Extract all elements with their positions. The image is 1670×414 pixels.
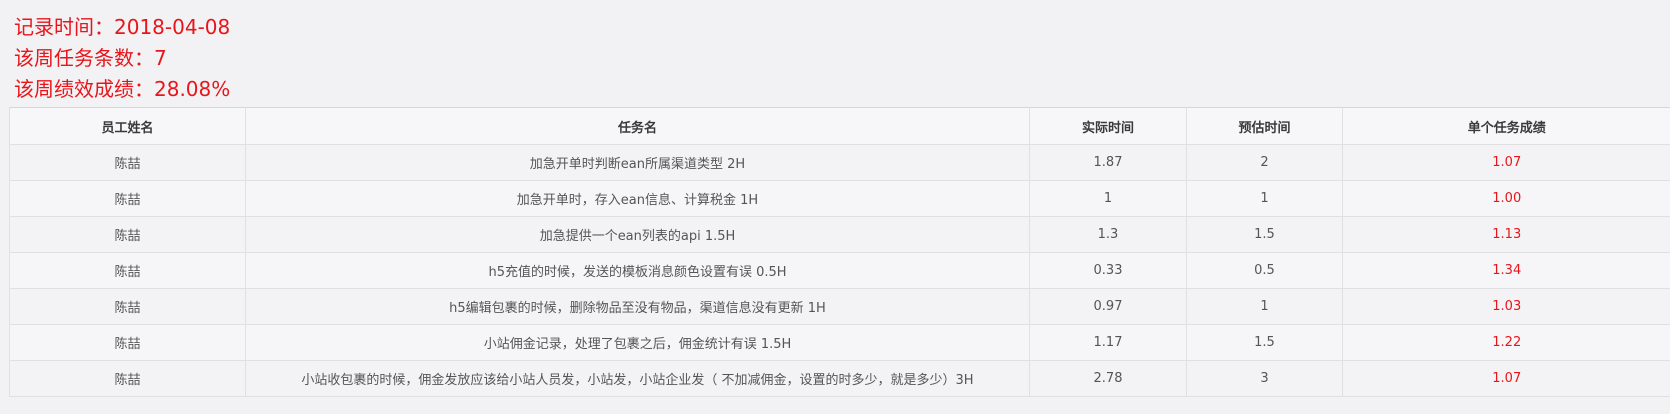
table-row: 陈喆 加急提供一个ean列表的api 1.5H 1.3 1.5 1.13 (9, 216, 1670, 253)
employee-name-cell: 陈喆 (9, 180, 246, 217)
estimated-time-cell: 2 (1186, 144, 1343, 181)
table-row: 陈喆 h5编辑包裹的时候，删除物品至没有物品，渠道信息没有更新 1H 0.97 … (9, 288, 1670, 325)
task-score-cell: 1.34 (1342, 252, 1670, 289)
header-employee-name: 员工姓名 (9, 107, 246, 145)
table-row: 陈喆 加急开单时判断ean所属渠道类型 2H 1.87 2 1.07 (9, 144, 1670, 181)
actual-time-cell: 1.3 (1029, 216, 1187, 253)
task-name-cell: h5编辑包裹的时候，删除物品至没有物品，渠道信息没有更新 1H (245, 288, 1030, 325)
table-row: 陈喆 小站佣金记录，处理了包裹之后，佣金统计有误 1.5H 1.17 1.5 1… (9, 324, 1670, 361)
employee-name-cell: 陈喆 (9, 144, 246, 181)
estimated-time-cell: 1 (1186, 288, 1343, 325)
task-score-cell: 1.13 (1342, 216, 1670, 253)
task-score-cell: 1.07 (1342, 360, 1670, 397)
weekly-summary: 记录时间：2018-04-08 该周任务条数：7 该周绩效成绩：28.08% (14, 12, 230, 105)
actual-time-cell: 1 (1029, 180, 1187, 217)
table-row: 陈喆 小站收包裹的时候，佣金发放应该给小站人员发，小站发，小站企业发（ 不加减佣… (9, 360, 1670, 397)
task-table: 员工姓名 任务名 实际时间 预估时间 单个任务成绩 陈喆 加急开单时判断ean所… (9, 107, 1670, 397)
actual-time-cell: 2.78 (1029, 360, 1187, 397)
employee-name-cell: 陈喆 (9, 216, 246, 253)
table-row: 陈喆 加急开单时，存入ean信息、计算税金 1H 1 1 1.00 (9, 180, 1670, 217)
estimated-time-cell: 0.5 (1186, 252, 1343, 289)
record-time-text: 记录时间：2018-04-08 (14, 15, 231, 39)
task-score-cell: 1.22 (1342, 324, 1670, 361)
actual-time-cell: 0.33 (1029, 252, 1187, 289)
header-task-score: 单个任务成绩 (1342, 107, 1670, 145)
task-name-cell: 小站佣金记录，处理了包裹之后，佣金统计有误 1.5H (245, 324, 1030, 361)
task-name-cell: 加急开单时，存入ean信息、计算税金 1H (245, 180, 1030, 217)
task-name-cell: 小站收包裹的时候，佣金发放应该给小站人员发，小站发，小站企业发（ 不加减佣金，设… (245, 360, 1030, 397)
employee-name-cell: 陈喆 (9, 288, 246, 325)
employee-name-cell: 陈喆 (9, 324, 246, 361)
task-score-cell: 1.00 (1342, 180, 1670, 217)
task-table-container: 员工姓名 任务名 实际时间 预估时间 单个任务成绩 陈喆 加急开单时判断ean所… (9, 107, 1670, 397)
table-header-row: 员工姓名 任务名 实际时间 预估时间 单个任务成绩 (9, 107, 1670, 145)
performance-score-text: 该周绩效成绩：28.08% (14, 77, 231, 101)
estimated-time-cell: 1.5 (1186, 324, 1343, 361)
actual-time-cell: 0.97 (1029, 288, 1187, 325)
employee-name-cell: 陈喆 (9, 252, 246, 289)
employee-name-cell: 陈喆 (9, 360, 246, 397)
task-count-text: 该周任务条数：7 (14, 46, 167, 70)
actual-time-cell: 1.17 (1029, 324, 1187, 361)
task-score-cell: 1.03 (1342, 288, 1670, 325)
task-name-cell: 加急提供一个ean列表的api 1.5H (245, 216, 1030, 253)
table-row: 陈喆 h5充值的时候，发送的模板消息颜色设置有误 0.5H 0.33 0.5 1… (9, 252, 1670, 289)
task-name-cell: h5充值的时候，发送的模板消息颜色设置有误 0.5H (245, 252, 1030, 289)
header-estimated-time: 预估时间 (1186, 107, 1343, 145)
estimated-time-cell: 1 (1186, 180, 1343, 217)
header-actual-time: 实际时间 (1029, 107, 1187, 145)
estimated-time-cell: 3 (1186, 360, 1343, 397)
task-name-cell: 加急开单时判断ean所属渠道类型 2H (245, 144, 1030, 181)
actual-time-cell: 1.87 (1029, 144, 1187, 181)
estimated-time-cell: 1.5 (1186, 216, 1343, 253)
task-score-cell: 1.07 (1342, 144, 1670, 181)
header-task-name: 任务名 (245, 107, 1030, 145)
